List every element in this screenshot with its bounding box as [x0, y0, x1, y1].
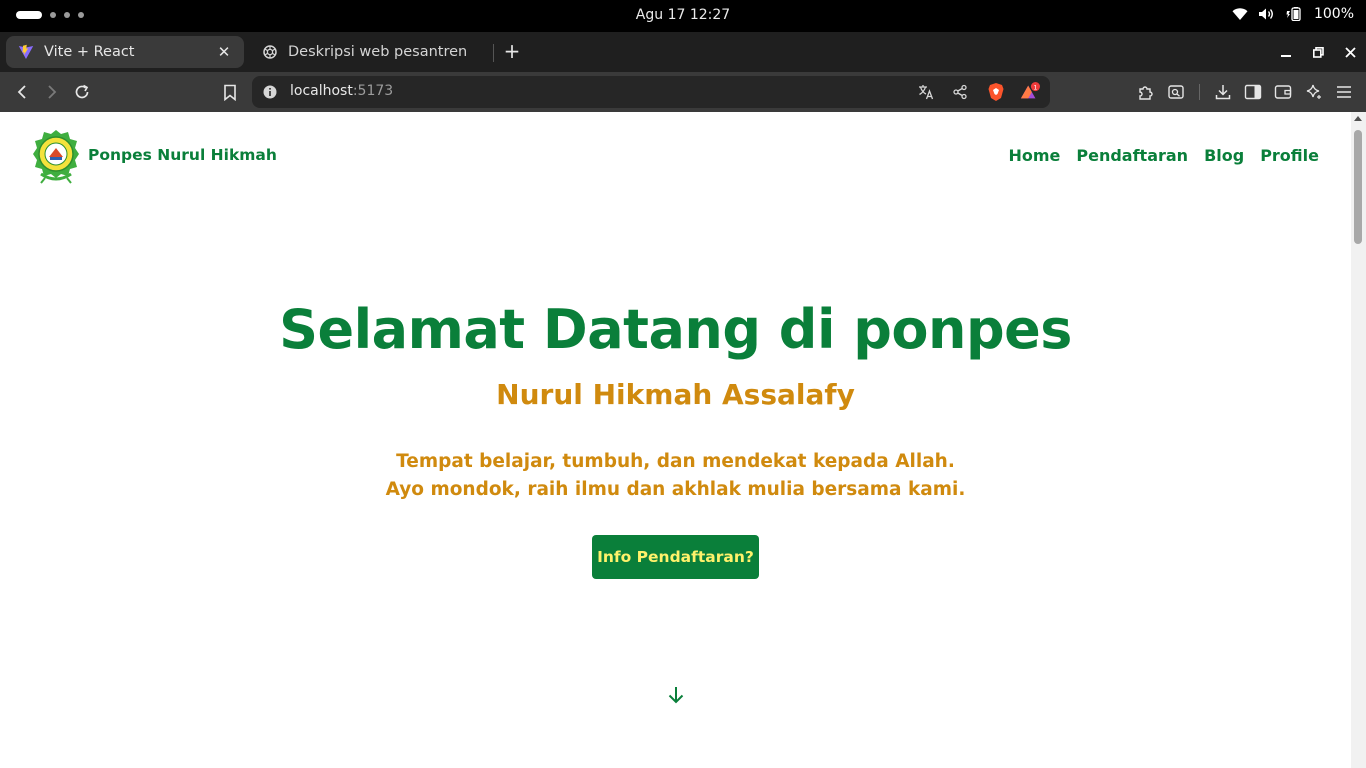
extensions-icon[interactable] [1135, 81, 1157, 103]
rewards-badge-count: 1 [1033, 84, 1037, 91]
system-status-area[interactable]: 100% [1232, 6, 1354, 22]
openai-logo-icon [262, 44, 278, 60]
toolbar-separator [1199, 84, 1200, 100]
address-bar[interactable]: localhost:5173 1 [252, 76, 1050, 108]
nav-link-pendaftaran[interactable]: Pendaftaran [1076, 146, 1188, 165]
back-arrow-icon[interactable] [11, 81, 33, 103]
os-top-bar: Agu 17 12:27 100% [0, 0, 1366, 32]
info-pendaftaran-button[interactable]: Info Pendaftaran? [592, 535, 759, 579]
hero-description-line: Tempat belajar, tumbuh, dan mendekat kep… [396, 451, 955, 472]
hero-description-line: Ayo mondok, raih ilmu dan akhlak mulia b… [385, 479, 966, 500]
system-clock[interactable]: Agu 17 12:27 [0, 7, 1366, 23]
sidebar-icon[interactable] [1242, 81, 1264, 103]
site-info-icon[interactable] [262, 84, 278, 100]
tab-title: Vite + React [44, 44, 135, 60]
hero-description: Tempat belajar, tumbuh, dan mendekat kep… [0, 448, 1351, 504]
close-window-button[interactable] [1334, 40, 1366, 64]
page-viewport: Ponpes Nurul Hikmah Home Pendaftaran Blo… [0, 112, 1351, 768]
wifi-icon [1232, 7, 1248, 21]
window-controls [1270, 40, 1366, 64]
close-tab-icon[interactable]: ✕ [216, 44, 232, 60]
wallet-icon[interactable] [1272, 81, 1294, 103]
download-icon[interactable] [1212, 81, 1234, 103]
brave-rewards-icon[interactable]: 1 [1020, 82, 1040, 102]
site-navbar: Ponpes Nurul Hikmah Home Pendaftaran Blo… [0, 112, 1351, 200]
site-brand-name[interactable]: Ponpes Nurul Hikmah [88, 146, 277, 164]
scrollbar-thumb[interactable] [1354, 130, 1362, 244]
site-nav-menu: Home Pendaftaran Blog Profile [1008, 146, 1319, 165]
page-scrollbar[interactable] [1351, 112, 1366, 768]
nav-link-profile[interactable]: Profile [1260, 146, 1319, 165]
volume-icon [1258, 7, 1276, 21]
nav-link-blog[interactable]: Blog [1204, 146, 1244, 165]
pesantren-logo[interactable] [31, 128, 81, 184]
tab-deskripsi-web[interactable]: Deskripsi web pesantren [250, 36, 494, 68]
hero-subtitle: Nurul Hikmah Assalafy [496, 378, 855, 411]
tab-title: Deskripsi web pesantren [288, 44, 468, 60]
url-port: :5173 [352, 83, 394, 99]
browser-toolbar: localhost:5173 1 [0, 72, 1366, 112]
brave-shield-icon[interactable] [986, 82, 1006, 102]
tab-separator [493, 44, 494, 62]
leo-ai-icon[interactable] [1165, 81, 1187, 103]
translate-icon[interactable] [916, 82, 936, 102]
nav-link-home[interactable]: Home [1008, 146, 1060, 165]
new-tab-button[interactable]: + [502, 40, 522, 62]
share-icon[interactable] [950, 82, 970, 102]
reload-icon[interactable] [71, 81, 93, 103]
forward-arrow-icon[interactable] [41, 81, 63, 103]
tab-vite-react[interactable]: Vite + React ✕ [6, 36, 244, 68]
bookmark-icon[interactable] [219, 81, 241, 103]
battery-percentage: 100% [1313, 6, 1354, 22]
minimize-button[interactable] [1270, 40, 1302, 64]
battery-icon [1286, 7, 1304, 21]
vite-logo-icon [18, 44, 34, 60]
url-text[interactable]: localhost:5173 [290, 83, 393, 99]
browser-tab-strip: Vite + React ✕ Deskripsi web pesantren [0, 32, 1366, 72]
scroll-down-arrow-icon[interactable] [666, 685, 686, 705]
scroll-up-arrow-icon[interactable] [1354, 116, 1362, 121]
url-host: localhost [290, 83, 353, 99]
hero-title: Selamat Datang di ponpes [279, 298, 1072, 361]
ai-sparkle-icon[interactable] [1303, 81, 1325, 103]
menu-hamburger-icon[interactable] [1333, 81, 1355, 103]
maximize-button[interactable] [1302, 40, 1334, 64]
